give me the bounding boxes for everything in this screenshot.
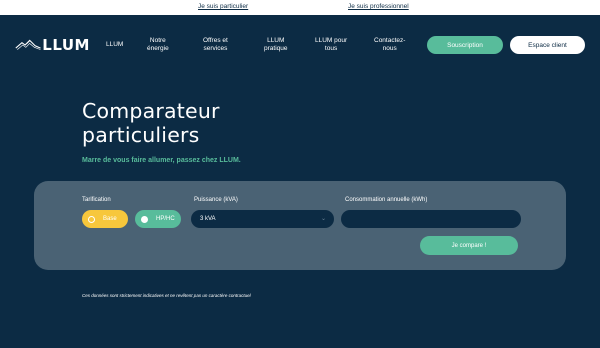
puissance-value: 3 kVA [200,216,216,222]
subscribe-button[interactable]: Souscription [427,36,503,54]
brand-name: LLUM [42,36,90,54]
tarif-option-label: HP/HC [156,216,175,222]
chevron-down-icon: ⌄ [320,216,326,222]
compare-button[interactable]: Je compare ! [420,236,518,255]
nav-item-offres-services[interactable]: Offres et services [203,37,228,53]
page-title: Comparateur particuliers [82,99,220,147]
brand-logo[interactable]: LLUM [15,35,90,55]
top-bar: Je suis particulier Je suis professionne… [0,0,600,15]
nav-item-llum-pour-tous[interactable]: LLUM pour tous [315,37,347,53]
nav-item-llum[interactable]: LLUM [106,41,123,49]
tarif-option-hphc[interactable]: HP/HC [135,210,181,228]
puissance-label: Puissance (kVA) [194,197,238,203]
consommation-input[interactable] [341,210,521,228]
nav-item-llum-pratique[interactable]: LLUM pratique [264,37,288,53]
radio-unselected-icon [141,215,148,223]
nav-item-notre-energie[interactable]: Notre énergie [147,37,169,53]
mountain-logo-icon [15,39,41,50]
radio-selected-icon [88,215,95,223]
puissance-select[interactable]: 3 kVA ⌄ [191,210,334,228]
tagline: Marre de vous faire allumer, passez chez… [82,157,241,164]
client-space-button[interactable]: Espace client [510,36,585,54]
consommation-label: Consommation annuelle (kWh) [345,197,428,203]
professionnel-link[interactable]: Je suis professionnel [348,3,409,10]
tarification-label: Tarification [82,197,111,203]
nav-item-contactez-nous[interactable]: Contactez- nous [374,37,405,53]
disclaimer-text: Ces données sont strictement indicatives… [82,293,251,298]
particulier-link[interactable]: Je suis particulier [198,3,248,10]
tarif-option-label: Base [103,216,117,222]
tarif-option-base[interactable]: Base [82,210,128,228]
